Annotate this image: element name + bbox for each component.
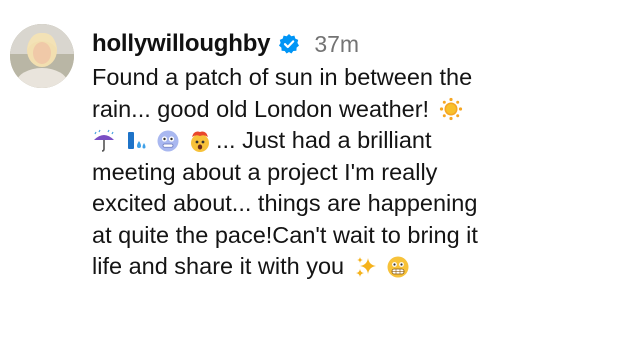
caption-line: at quite the pace!Can't wait to bring it <box>92 221 478 248</box>
caption-line: excited about... things are happening <box>92 190 478 216</box>
instagram-comment: hollywilloughby 37m Found a patch of sun… <box>0 0 634 340</box>
caption-line: Found a patch of sun in between the <box>92 64 473 90</box>
exploding-head-emoji-icon <box>188 129 212 153</box>
caption-line: life and share it with you <box>92 253 345 279</box>
caption-text: Found a patch of sun in between the rain… <box>92 62 622 283</box>
caption-line: ... Just had a brilliant <box>216 127 432 153</box>
username-link[interactable]: hollywilloughby <box>92 30 271 58</box>
cold-face-emoji-icon <box>156 129 180 153</box>
sparkles-emoji-icon <box>354 255 378 279</box>
sweat-droplets-emoji-icon <box>124 129 148 153</box>
avatar[interactable] <box>10 24 74 88</box>
grimacing-face-emoji-icon <box>386 255 410 279</box>
caption-line: rain... good old London weather! <box>92 95 430 122</box>
umbrella-rain-emoji-icon <box>92 129 116 153</box>
sun-emoji-icon <box>439 97 463 121</box>
caption-line: meeting about a project I'm really <box>92 158 438 185</box>
timestamp[interactable]: 37m <box>314 31 359 58</box>
verified-badge-icon <box>278 33 300 55</box>
